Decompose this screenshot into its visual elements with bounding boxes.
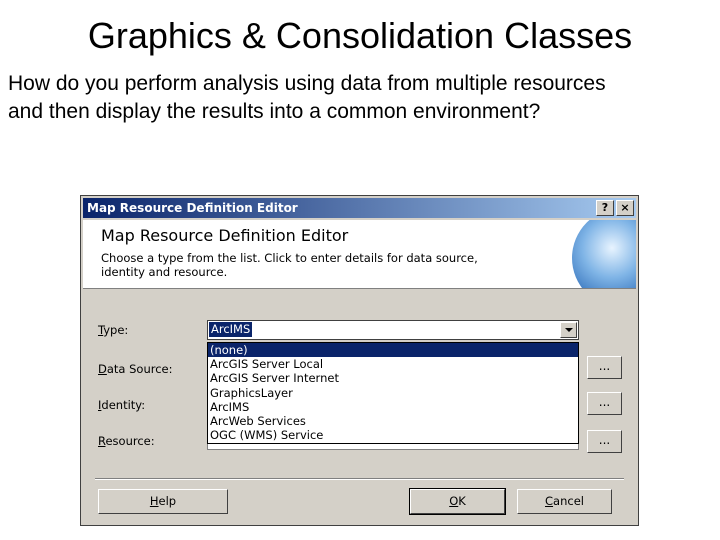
cancel-button[interactable]: Cancel [517,489,612,514]
identity-label: Identity: [98,398,146,412]
dropdown-option-arcgis-server-internet[interactable]: ArcGIS Server Internet [208,371,578,385]
close-icon[interactable]: × [616,200,634,216]
type-label: Type: [98,323,129,337]
type-combobox[interactable]: ArcIMS [207,320,579,340]
header-desc-line-1: Choose a type from the list. Click to en… [101,251,478,265]
dropdown-option-none[interactable]: (none) [208,343,578,358]
data-source-browse-button[interactable]: ... [587,356,622,379]
question-line-2: and then display the results into a comm… [8,100,541,123]
dialog-header: Map Resource Definition Editor Choose a … [83,220,636,289]
dialog-header-title: Map Resource Definition Editor [101,226,349,245]
dropdown-option-arcgis-server-local[interactable]: ArcGIS Server Local [208,357,578,371]
dropdown-option-arcweb-services[interactable]: ArcWeb Services [208,414,578,428]
resource-label: Resource: [98,434,155,448]
dropdown-option-arcims[interactable]: ArcIMS [208,400,578,414]
identity-browse-button[interactable]: ... [587,392,622,415]
dialog-separator [95,478,624,480]
slide-title: Graphics & Consolidation Classes [87,15,633,56]
globe-icon [572,220,636,288]
dialog-titlebar[interactable]: Map Resource Definition Editor ? × [83,198,636,218]
help-icon[interactable]: ? [596,200,614,216]
help-button[interactable]: Help [98,489,228,514]
data-source-label: Data Source: [98,362,173,376]
type-dropdown-list[interactable]: (none) ArcGIS Server Local ArcGIS Server… [207,342,579,444]
resource-browse-button[interactable]: ... [587,430,622,453]
map-resource-definition-editor-dialog: Map Resource Definition Editor ? × Map R… [80,195,639,526]
dropdown-option-ogc-wms-service[interactable]: OGC (WMS) Service [208,428,578,442]
type-combobox-value: ArcIMS [207,321,254,338]
dialog-header-description: Choose a type from the list. Click to en… [101,251,521,279]
chevron-down-icon[interactable] [560,322,577,338]
ok-button[interactable]: OK [409,488,506,515]
dropdown-option-graphicslayer[interactable]: GraphicsLayer [208,386,578,400]
slide-question: How do you perform analysis using data f… [8,70,713,126]
question-line-1: How do you perform analysis using data f… [8,72,606,95]
header-desc-line-2: identity and resource. [101,265,228,279]
dialog-window-title: Map Resource Definition Editor [87,201,298,215]
